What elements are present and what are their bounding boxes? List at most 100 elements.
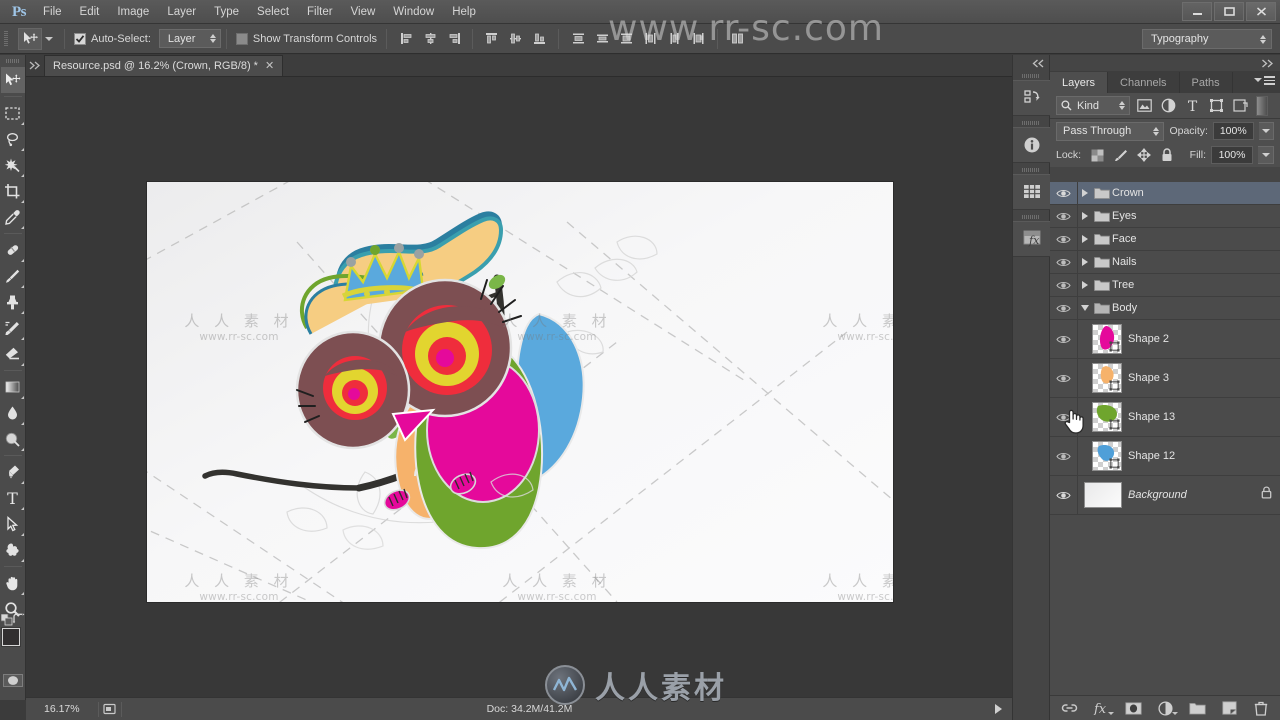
layer-row-shape-2[interactable]: Shape 2: [1050, 320, 1280, 359]
filter-smart-objects-icon[interactable]: [1230, 96, 1250, 116]
layer-visibility-toggle[interactable]: [1050, 205, 1078, 227]
horizontal-type-tool[interactable]: T: [1, 485, 25, 511]
layer-visibility-toggle[interactable]: [1050, 297, 1078, 319]
tab-layers[interactable]: Layers: [1050, 72, 1109, 93]
fill-input[interactable]: 100%: [1211, 146, 1253, 164]
layer-list[interactable]: Crown Eyes Face Nails Tree Body Shape 2 …: [1050, 182, 1280, 720]
custom-shape-tool[interactable]: [1, 537, 25, 563]
gradient-tool[interactable]: [1, 374, 25, 400]
status-expand-arrow-icon[interactable]: [995, 704, 1002, 714]
align-bottom-edges-icon[interactable]: [528, 28, 550, 50]
dodge-tool[interactable]: [1, 426, 25, 452]
lock-all-icon[interactable]: [1159, 148, 1174, 163]
rectangular-marquee-tool[interactable]: [1, 100, 25, 126]
collapse-panels-icon[interactable]: [1013, 55, 1049, 71]
brush-tool[interactable]: [1, 263, 25, 289]
menu-filter[interactable]: Filter: [298, 0, 342, 24]
menu-layer[interactable]: Layer: [158, 0, 205, 24]
align-top-edges-icon[interactable]: [480, 28, 502, 50]
show-transform-controls-checkbox[interactable]: Show Transform Controls: [232, 32, 381, 45]
layer-visibility-toggle[interactable]: [1050, 359, 1078, 397]
menu-file[interactable]: File: [34, 0, 71, 24]
close-button[interactable]: [1246, 2, 1276, 21]
new-layer-icon[interactable]: [1220, 699, 1238, 717]
layer-row-shape-13[interactable]: Shape 13: [1050, 398, 1280, 437]
filter-kind-dropdown[interactable]: Kind: [1056, 96, 1130, 115]
lock-image-pixels-icon[interactable]: [1113, 148, 1128, 163]
layer-visibility-toggle[interactable]: [1050, 437, 1078, 475]
workspace-dropdown[interactable]: Typography: [1142, 29, 1272, 49]
add-layer-mask-icon[interactable]: [1124, 699, 1142, 717]
group-twirl-icon[interactable]: [1078, 189, 1092, 197]
distribute-horizontal-centers-icon[interactable]: [663, 28, 685, 50]
pen-tool[interactable]: [1, 459, 25, 485]
layer-thumbnail[interactable]: [1092, 402, 1122, 432]
rail-grip[interactable]: [1013, 118, 1049, 127]
distribute-vertical-centers-icon[interactable]: [591, 28, 613, 50]
layer-visibility-toggle[interactable]: [1050, 228, 1078, 250]
foreground-color-swatch[interactable]: [0, 627, 21, 647]
align-right-edges-icon[interactable]: [443, 28, 465, 50]
distribute-right-edges-icon[interactable]: [687, 28, 709, 50]
layer-row-background[interactable]: Background: [1050, 476, 1280, 515]
tools-panel-grip[interactable]: [0, 55, 25, 67]
delete-layer-icon[interactable]: [1252, 699, 1270, 717]
styles-panel-icon[interactable]: fx: [1013, 221, 1051, 257]
menu-window[interactable]: Window: [384, 0, 443, 24]
layer-visibility-toggle[interactable]: [1050, 182, 1078, 204]
swatches-panel-icon[interactable]: [1013, 174, 1051, 210]
layer-row-face[interactable]: Face: [1050, 228, 1280, 251]
canvas-area[interactable]: 人 人 素 材 www.rr-sc.com 人 人 素 材 www.rr-sc.…: [26, 77, 1012, 697]
distribute-bottom-edges-icon[interactable]: [615, 28, 637, 50]
layer-visibility-toggle[interactable]: [1050, 274, 1078, 296]
menu-edit[interactable]: Edit: [71, 0, 109, 24]
layer-row-shape-3[interactable]: Shape 3: [1050, 359, 1280, 398]
fill-chevron-icon[interactable]: [1258, 146, 1274, 164]
filter-pixel-layers-icon[interactable]: [1134, 96, 1154, 116]
layer-row-tree[interactable]: Tree: [1050, 274, 1280, 297]
clone-stamp-tool[interactable]: [1, 289, 25, 315]
quick-mask-icon[interactable]: [2, 672, 23, 688]
group-twirl-icon[interactable]: [1078, 258, 1092, 266]
layer-row-shape-12[interactable]: Shape 12: [1050, 437, 1280, 476]
tab-channels[interactable]: Channels: [1108, 72, 1180, 93]
auto-select-checkbox[interactable]: Auto-Select:: [70, 32, 155, 45]
info-panel-icon[interactable]: [1013, 127, 1051, 163]
menu-view[interactable]: View: [342, 0, 385, 24]
filter-adjustment-layers-icon[interactable]: [1158, 96, 1178, 116]
eyedropper-tool[interactable]: [1, 204, 25, 230]
close-tab-icon[interactable]: ✕: [265, 60, 274, 72]
align-vertical-centers-icon[interactable]: [504, 28, 526, 50]
lasso-tool[interactable]: [1, 126, 25, 152]
maximize-button[interactable]: [1214, 2, 1244, 21]
blend-mode-dropdown[interactable]: Pass Through: [1056, 121, 1165, 141]
add-layer-style-icon[interactable]: fx: [1092, 699, 1114, 717]
history-brush-tool[interactable]: [1, 315, 25, 341]
artboard[interactable]: 人 人 素 材 www.rr-sc.com 人 人 素 材 www.rr-sc.…: [147, 182, 893, 602]
distribute-top-edges-icon[interactable]: [567, 28, 589, 50]
blur-tool[interactable]: [1, 400, 25, 426]
link-layers-icon[interactable]: [1060, 699, 1078, 717]
tab-paths[interactable]: Paths: [1180, 72, 1233, 93]
opacity-input[interactable]: 100%: [1212, 122, 1254, 140]
filter-enable-toggle[interactable]: [1256, 95, 1268, 116]
align-left-edges-icon[interactable]: [395, 28, 417, 50]
auto-align-layers-icon[interactable]: [726, 28, 748, 50]
collapse-to-icons-icon[interactable]: [1050, 55, 1280, 71]
eraser-tool[interactable]: [1, 341, 25, 367]
menu-type[interactable]: Type: [205, 0, 248, 24]
menu-select[interactable]: Select: [248, 0, 298, 24]
new-group-icon[interactable]: [1188, 699, 1206, 717]
layer-visibility-toggle[interactable]: [1050, 398, 1078, 436]
group-twirl-icon[interactable]: [1078, 235, 1092, 243]
filter-type-layers-icon[interactable]: T: [1182, 96, 1202, 116]
distribute-left-edges-icon[interactable]: [639, 28, 661, 50]
layer-visibility-toggle[interactable]: [1050, 251, 1078, 273]
tab-bar-grip[interactable]: [26, 54, 44, 76]
layer-visibility-toggle[interactable]: [1050, 320, 1078, 358]
opacity-chevron-icon[interactable]: [1258, 122, 1274, 140]
lock-transparent-pixels-icon[interactable]: [1090, 148, 1105, 163]
group-twirl-icon[interactable]: [1078, 212, 1092, 220]
document-tab-resource[interactable]: Resource.psd @ 16.2% (Crown, RGB/8) * ✕: [44, 55, 284, 76]
panel-menu-icon[interactable]: [1254, 76, 1275, 85]
